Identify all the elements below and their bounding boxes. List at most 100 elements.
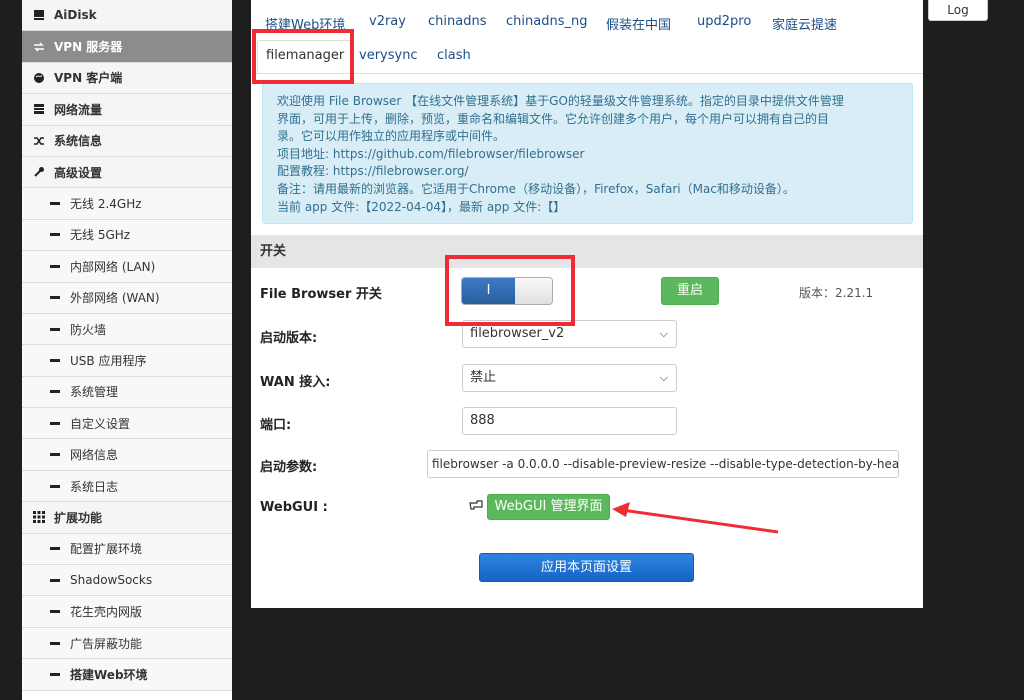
dash-icon — [50, 672, 60, 676]
sidebar-item-system-admin[interactable]: 系统管理 — [22, 376, 232, 409]
sidebar-item-label: 高级设置 — [54, 165, 103, 180]
toggle-on: I — [462, 278, 515, 304]
sidebar-item-label: AiDisk — [54, 8, 97, 23]
main-panel: 搭建Web环境 v2ray chinadns chinadns_ng 假装在中国… — [251, 0, 923, 608]
pointing-hand-icon — [469, 497, 483, 515]
dash-icon — [50, 264, 60, 268]
sidebar-item-wan[interactable]: 外部网络 (WAN) — [22, 282, 232, 314]
tab-pretend-china[interactable]: 假装在中国 — [606, 14, 671, 33]
sidebar: AiDisk VPN 服务器 VPN 客户端 网络流量 系统信息 高级设置 无线… — [22, 0, 232, 700]
info-project-link[interactable]: 项目地址: https://github.com/filebrowser/fil… — [277, 146, 898, 164]
dash-icon — [50, 296, 60, 300]
webgui-label: WebGUI : — [260, 500, 328, 515]
tab-verysync[interactable]: verysync — [359, 48, 418, 63]
tab-home-cloud[interactable]: 家庭云提速 — [772, 14, 837, 33]
toggle-off — [515, 278, 552, 304]
sidebar-item-usb-apps[interactable]: USB 应用程序 — [22, 345, 232, 377]
dash-icon — [50, 421, 60, 425]
sidebar-item-vpn-server[interactable]: VPN 服务器 — [22, 31, 232, 63]
apply-button[interactable]: 应用本页面设置 — [479, 553, 694, 582]
sidebar-item-label: 广告屏蔽功能 — [70, 636, 143, 651]
sidebar-item-custom[interactable]: 自定义设置 — [22, 408, 232, 440]
sidebar-item-label: 网络流量 — [54, 102, 103, 117]
sidebar-item-label: VPN 客户端 — [54, 71, 123, 86]
sidebar-item-oray[interactable]: 花生壳内网版 — [22, 596, 232, 628]
tab-web-env[interactable]: 搭建Web环境 — [265, 14, 345, 33]
dash-icon — [50, 202, 60, 206]
sidebar-item-label: 网络信息 — [70, 448, 119, 463]
grid-icon — [32, 510, 46, 524]
sidebar-item-wireless-5[interactable]: 无线 5GHz — [22, 219, 232, 252]
chevron-down-icon: ⌵ — [659, 327, 668, 340]
sidebar-item-label: ShadowSocks — [70, 573, 153, 588]
tab-chinadns-ng[interactable]: chinadns_ng — [506, 14, 587, 29]
sidebar-item-label: 扩展功能 — [54, 510, 103, 525]
dash-icon — [50, 610, 60, 614]
start-version-label: 启动版本: — [260, 331, 318, 346]
tab-chinadns[interactable]: chinadns — [428, 14, 486, 29]
info-tutorial-link[interactable]: 配置教程: https://filebrowser.org/ — [277, 163, 898, 181]
wan-select[interactable]: 禁止 ⌵ — [462, 364, 677, 392]
disk-icon — [32, 8, 46, 22]
filebrowser-toggle[interactable]: I — [461, 277, 553, 305]
section-title: 开关 — [251, 235, 923, 268]
traffic-icon — [32, 102, 46, 116]
info-line: 当前 app 文件:【2022-04-04】，最新 app 文件:【】 — [277, 199, 566, 214]
dash-icon — [50, 390, 60, 394]
sidebar-item-lan[interactable]: 内部网络 (LAN) — [22, 251, 232, 283]
sidebar-item-system-log[interactable]: 系统日志 — [22, 470, 232, 503]
sidebar-item-network-info[interactable]: 网络信息 — [22, 439, 232, 471]
sidebar-item-web-env[interactable]: 搭建Web环境 — [22, 659, 232, 691]
globe-icon — [32, 71, 46, 85]
switch-label: File Browser 开关 — [260, 287, 382, 302]
chevron-down-icon: ⌵ — [659, 371, 668, 384]
version-text: 版本：2.21.1 — [799, 286, 874, 300]
sidebar-item-label: 系统管理 — [70, 385, 119, 400]
sidebar-item-firewall[interactable]: 防火墙 — [22, 313, 232, 346]
tab-v2ray[interactable]: v2ray — [369, 14, 406, 29]
annotation-arrow-icon — [612, 502, 779, 534]
sidebar-item-advanced[interactable]: 高级设置 — [22, 156, 232, 189]
sidebar-item-label: 系统日志 — [70, 479, 119, 494]
sidebar-item-extensions[interactable]: 扩展功能 — [22, 502, 232, 534]
port-input[interactable]: 888 — [462, 407, 677, 435]
sidebar-item-adblock[interactable]: 广告屏蔽功能 — [22, 627, 232, 660]
tab-filemanager[interactable]: filemanager — [257, 40, 354, 74]
sidebar-item-shadowsocks[interactable]: ShadowSocks — [22, 565, 232, 597]
tab-divider — [251, 73, 923, 74]
restart-button[interactable]: 重启 — [661, 277, 719, 305]
dash-icon — [50, 233, 60, 237]
tab-upd2pro[interactable]: upd2pro — [697, 14, 751, 29]
sidebar-item-label: 花生壳内网版 — [70, 605, 143, 620]
info-line: 欢迎使用 File Browser 【在线文件管理系统】基于GO的轻量级文件管理… — [277, 94, 844, 108]
sidebar-item-label: 配置扩展环境 — [70, 542, 143, 557]
sidebar-item-label: USB 应用程序 — [70, 353, 147, 368]
params-input[interactable]: filebrowser -a 0.0.0.0 --disable-preview… — [427, 450, 899, 478]
sidebar-item-system-info[interactable]: 系统信息 — [22, 125, 232, 157]
sidebar-item-label: 无线 2.4GHz — [70, 197, 142, 212]
dash-icon — [50, 641, 60, 645]
sidebar-item-ext-env[interactable]: 配置扩展环境 — [22, 533, 232, 566]
sidebar-item-wireless-24[interactable]: 无线 2.4GHz — [22, 188, 232, 220]
log-button[interactable]: Log — [928, 0, 988, 21]
sidebar-item-label: 防火墙 — [70, 322, 107, 337]
webgui-button[interactable]: WebGUI 管理界面 — [487, 494, 610, 520]
start-version-select[interactable]: filebrowser_v2 ⌵ — [462, 320, 677, 348]
start-version-value: filebrowser_v2 — [470, 326, 565, 341]
info-line: 备注：请用最新的浏览器。它适用于Chrome（移动设备），Firefox，Saf… — [277, 181, 795, 196]
tab-clash[interactable]: clash — [437, 48, 471, 63]
wan-label: WAN 接入: — [260, 375, 331, 390]
dash-icon — [50, 453, 60, 457]
dash-icon — [50, 547, 60, 551]
wan-value: 禁止 — [470, 370, 497, 385]
info-line: 界面，可用于上传，删除，预览，重命名和编辑文件。它允许创建多个用户，每个用户可以… — [277, 111, 830, 126]
sidebar-item-label: VPN 服务器 — [54, 40, 123, 55]
info-line: 录。它可以用作独立的应用程序或中间件。 — [277, 129, 506, 144]
sidebar-item-label: 无线 5GHz — [70, 228, 131, 243]
sidebar-item-aidisk[interactable]: AiDisk — [22, 0, 232, 32]
sidebar-item-vpn-client[interactable]: VPN 客户端 — [22, 62, 232, 95]
sidebar-item-traffic[interactable]: 网络流量 — [22, 94, 232, 126]
dash-icon — [50, 327, 60, 331]
dash-icon — [50, 358, 60, 362]
shuffle-icon — [32, 134, 46, 148]
